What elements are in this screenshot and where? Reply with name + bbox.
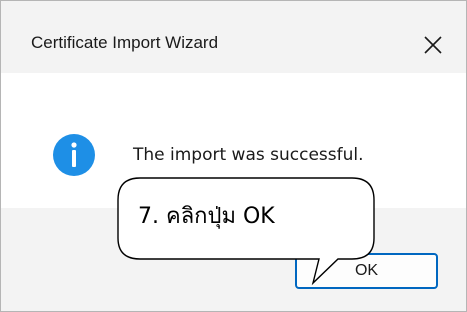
close-icon <box>424 36 442 54</box>
callout-annotation-text: 7. คลิกปุ่ม OK <box>138 204 275 229</box>
success-message: The import was successful. <box>133 145 364 165</box>
info-icon <box>53 134 95 176</box>
ok-button-label: OK <box>354 262 379 279</box>
close-button[interactable] <box>415 27 451 63</box>
ok-button[interactable]: OK <box>295 253 438 289</box>
dialog-title: Certificate Import Wizard <box>31 33 219 52</box>
